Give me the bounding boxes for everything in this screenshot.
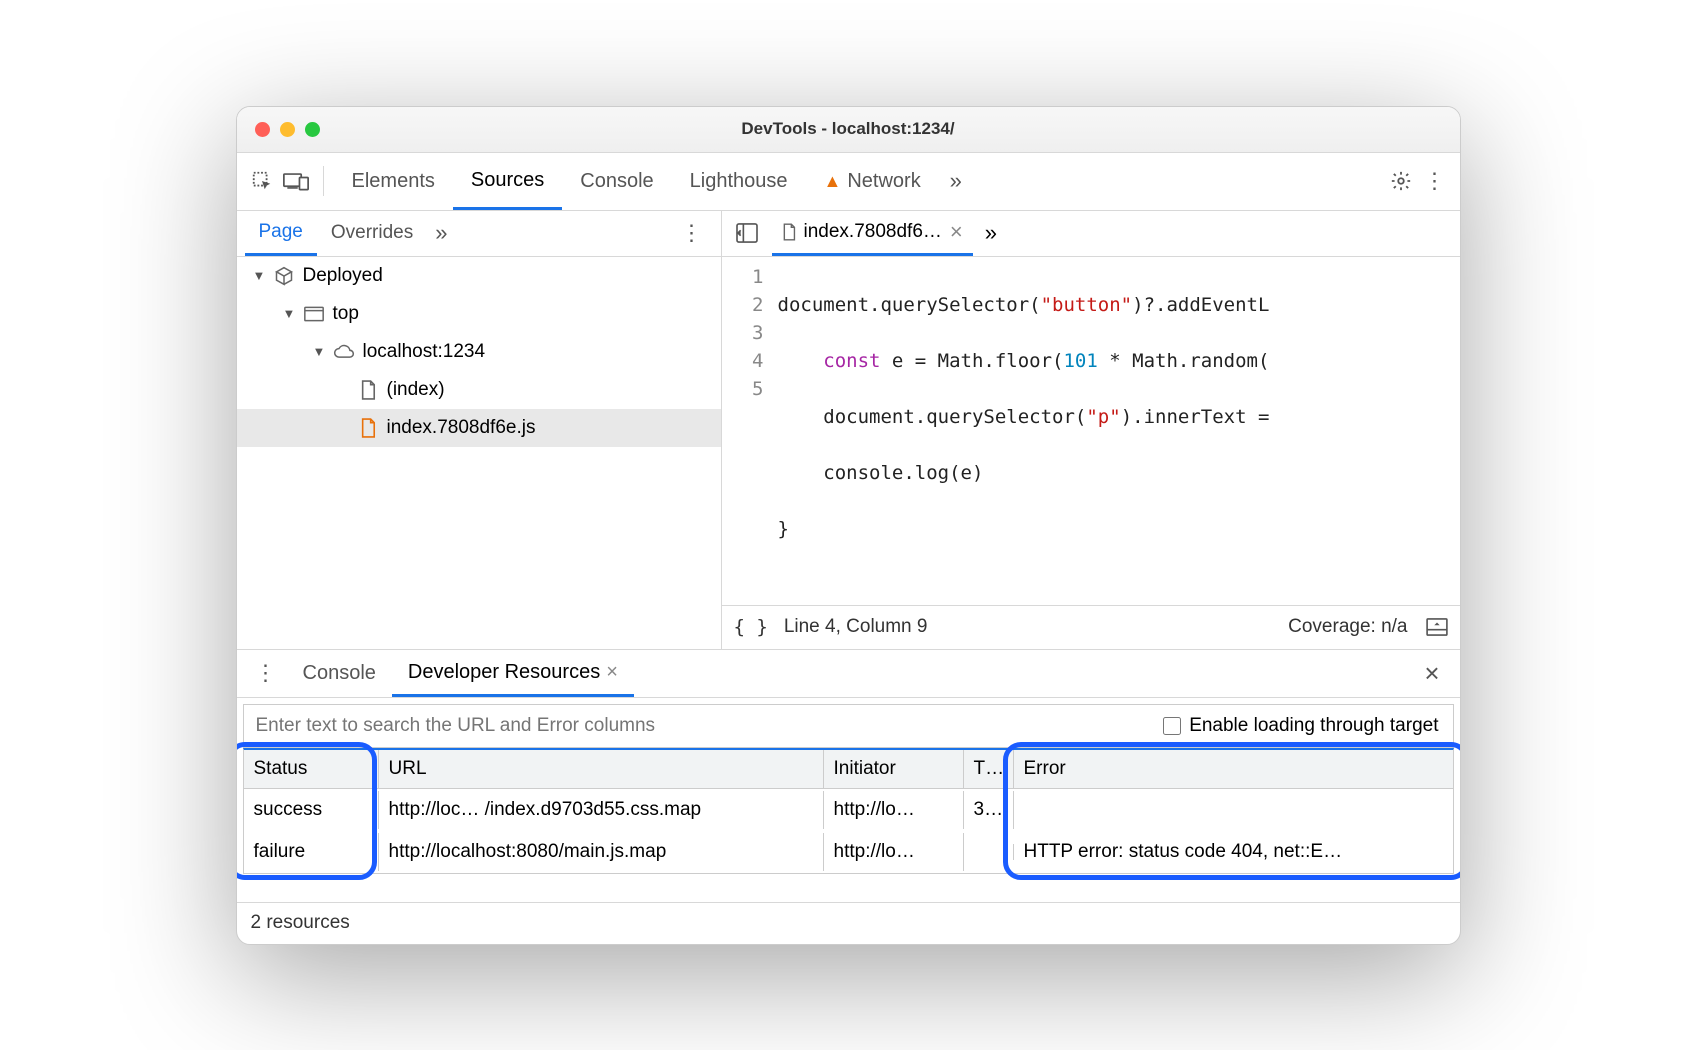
col-error[interactable]: Error [1014, 750, 1453, 788]
drawer-tab-console[interactable]: Console [287, 650, 392, 697]
file-tab-label: index.7808df6… [804, 221, 942, 243]
col-status[interactable]: Status [244, 750, 379, 788]
tree-index[interactable]: (index) [237, 371, 721, 409]
editor-statusbar: { } Line 4, Column 9 Coverage: n/a [722, 605, 1460, 649]
navigator-pane: Page Overrides » ⋮ ▼ Deployed ▼ top ▼ [237, 211, 722, 649]
navigator-menu-icon[interactable]: ⋮ [671, 220, 713, 246]
tab-sources[interactable]: Sources [453, 153, 562, 210]
filter-row: Enable loading through target [243, 704, 1454, 748]
enable-target-checkbox[interactable]: Enable loading through target [1149, 715, 1452, 737]
drawer: ⋮ Console Developer Resources × × Enable… [237, 650, 1460, 944]
document-icon [357, 380, 379, 400]
tab-network[interactable]: ▲Network [806, 153, 939, 210]
table-body: success http://loc… /index.d9703d55.css.… [243, 789, 1454, 874]
table-row[interactable]: success http://loc… /index.d9703d55.css.… [244, 789, 1453, 831]
more-tabs-icon[interactable]: » [939, 168, 973, 194]
tree-label: top [333, 303, 359, 325]
more-file-tabs-icon[interactable]: » [979, 220, 1003, 246]
code-content: document.querySelector("button")?.addEve… [778, 263, 1460, 599]
navigator-tab-overrides[interactable]: Overrides [317, 211, 427, 256]
file-tab-bar: index.7808df6… × » [722, 211, 1460, 257]
table-row[interactable]: failure http://localhost:8080/main.js.ma… [244, 831, 1453, 873]
window-title: DevTools - localhost:1234/ [237, 119, 1460, 139]
device-toggle-icon[interactable] [279, 171, 313, 191]
more-nav-tabs-icon[interactable]: » [427, 220, 455, 246]
editor-pane: index.7808df6… × » 1 2 3 4 5 document.qu… [722, 211, 1460, 649]
drawer-tab-developer-resources[interactable]: Developer Resources × [392, 650, 634, 697]
caret-down-icon: ▼ [313, 344, 325, 359]
warning-icon: ▲ [824, 171, 842, 192]
tree-label: index.7808df6e.js [387, 417, 536, 439]
caret-down-icon: ▼ [253, 268, 265, 283]
developer-resources-table: Status URL Initiator T… Error success ht… [243, 748, 1454, 874]
tree-label: (index) [387, 379, 445, 401]
checkbox[interactable] [1163, 717, 1181, 735]
tree-file-selected[interactable]: index.7808df6e.js [237, 409, 721, 447]
tree-top[interactable]: ▼ top [237, 295, 721, 333]
document-icon [782, 223, 796, 241]
kebab-menu-icon[interactable]: ⋮ [1418, 168, 1452, 194]
close-tab-icon[interactable]: × [606, 661, 618, 684]
main-tabs: Elements Sources Console Lighthouse ▲Net… [237, 153, 1460, 211]
col-size[interactable]: T… [964, 750, 1014, 788]
drawer-toggle-icon[interactable] [1426, 618, 1448, 636]
inspect-icon[interactable] [245, 170, 279, 192]
cloud-icon [333, 344, 355, 360]
tree-label: Deployed [303, 265, 383, 287]
tree-host[interactable]: ▼ localhost:1234 [237, 333, 721, 371]
navigator-tabs: Page Overrides » ⋮ [237, 211, 721, 257]
tab-console[interactable]: Console [562, 153, 671, 210]
drawer-menu-icon[interactable]: ⋮ [245, 660, 287, 686]
table-header: Status URL Initiator T… Error [243, 748, 1454, 789]
cube-icon [273, 266, 295, 286]
close-tab-icon[interactable]: × [950, 219, 963, 245]
format-icon[interactable]: { } [734, 616, 768, 638]
settings-icon[interactable] [1384, 170, 1418, 192]
tree-deployed[interactable]: ▼ Deployed [237, 257, 721, 295]
close-drawer-icon[interactable]: × [1412, 658, 1451, 689]
cursor-position: Line 4, Column 9 [784, 616, 928, 638]
divider [323, 166, 324, 196]
toggle-navigator-icon[interactable] [728, 223, 766, 243]
navigator-tab-page[interactable]: Page [245, 211, 317, 256]
code-editor[interactable]: 1 2 3 4 5 document.querySelector("button… [722, 257, 1460, 605]
file-tree: ▼ Deployed ▼ top ▼ localhost:1234 (index… [237, 257, 721, 447]
caret-down-icon: ▼ [283, 306, 295, 321]
window-icon [303, 306, 325, 322]
tab-lighthouse[interactable]: Lighthouse [672, 153, 806, 210]
coverage-label: Coverage: n/a [1288, 616, 1407, 638]
tree-label: localhost:1234 [363, 341, 486, 363]
file-tab[interactable]: index.7808df6… × [772, 211, 973, 256]
col-initiator[interactable]: Initiator [824, 750, 964, 788]
drawer-footer: 2 resources [237, 902, 1460, 944]
line-gutter: 1 2 3 4 5 [722, 263, 778, 599]
js-file-icon [357, 418, 379, 438]
resource-count: 2 resources [251, 912, 350, 934]
devtools-window: DevTools - localhost:1234/ Elements Sour… [236, 106, 1461, 945]
drawer-tabs: ⋮ Console Developer Resources × × [237, 650, 1460, 698]
col-url[interactable]: URL [379, 750, 824, 788]
search-input[interactable] [244, 705, 1150, 747]
titlebar: DevTools - localhost:1234/ [237, 107, 1460, 153]
tab-elements[interactable]: Elements [334, 153, 453, 210]
